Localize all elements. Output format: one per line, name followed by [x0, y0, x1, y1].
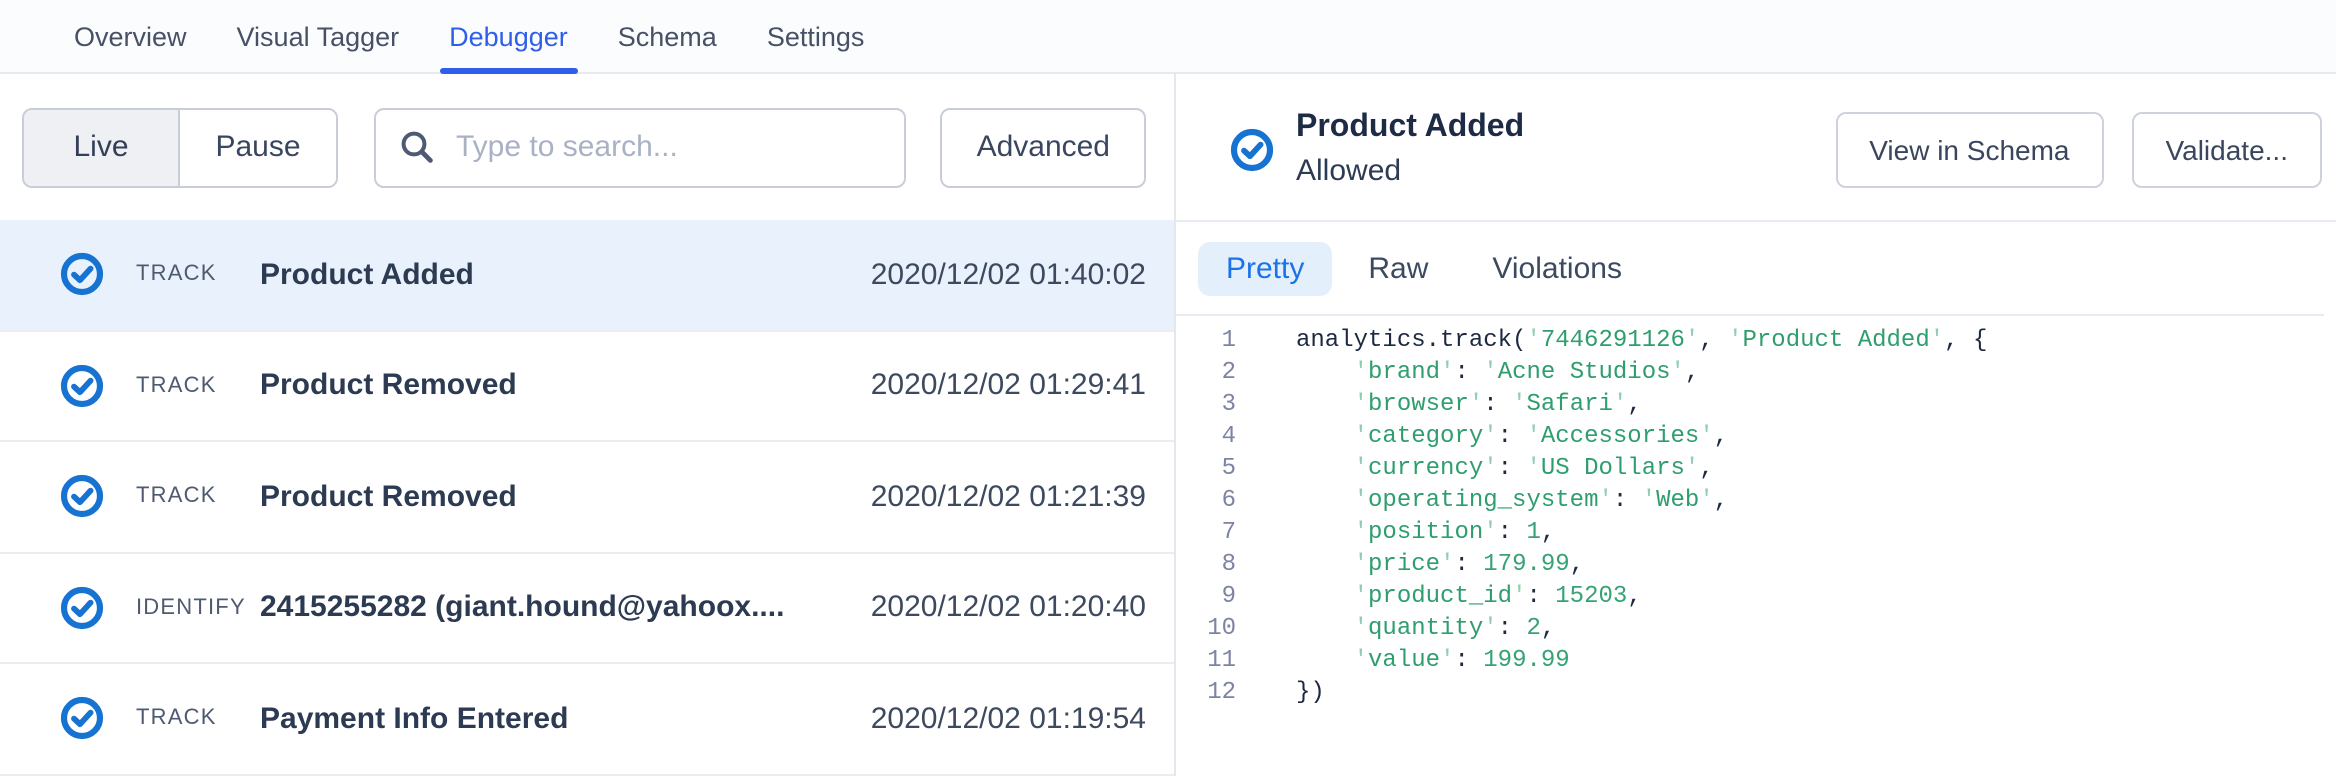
event-type-label: TRACK [136, 707, 260, 731]
live-pause-toggle: Live Pause [22, 107, 338, 187]
event-row[interactable]: TRACK Product Added 2020/12/02 01:40:02 [0, 220, 1174, 331]
event-status-check-icon [60, 475, 104, 519]
detail-title-block: Product Added Allowed [1296, 110, 1524, 188]
code-line: 12 }) [1176, 676, 2336, 708]
code-line: 5 'currency': 'US Dollars', [1176, 452, 2336, 484]
detail-header-buttons: View in Schema Validate... [1835, 111, 2322, 187]
code-line-number: 11 [1176, 646, 1236, 674]
event-type-label: TRACK [136, 374, 260, 398]
code-line: 10 'quantity': 2, [1176, 612, 2336, 644]
debugger-app: Overview Visual Tagger Debugger Schema Setti… [0, 0, 2336, 776]
code-line-text: 'value': 199.99 [1296, 646, 1570, 674]
tab-debugger[interactable]: Debugger [449, 0, 568, 72]
code-line-number: 2 [1176, 358, 1236, 386]
code-line-number: 9 [1176, 582, 1236, 610]
code-line: 11 'value': 199.99 [1176, 644, 2336, 676]
pause-button[interactable]: Pause [180, 109, 336, 185]
code-line-number: 8 [1176, 550, 1236, 578]
event-row[interactable]: TRACK Payment Info Entered 2020/12/02 01… [0, 664, 1174, 775]
event-status-check-icon [60, 364, 104, 408]
code-line: 3 'browser': 'Safari', [1176, 388, 2336, 420]
list-controls: Live Pause Advanced [0, 74, 1174, 220]
search-box[interactable] [374, 107, 907, 187]
tab-raw[interactable]: Raw [1340, 241, 1456, 295]
event-detail-panel: Product Added Allowed View in Schema Val… [1176, 74, 2336, 776]
event-row[interactable]: IDENTIFY 2415255282 (giant.hound@yahoox.… [0, 553, 1174, 664]
code-line-number: 1 [1176, 326, 1236, 354]
top-nav: Overview Visual Tagger Debugger Schema Setti… [0, 0, 2336, 74]
event-timestamp: 2020/12/02 01:40:02 [871, 258, 1146, 292]
code-line-number: 12 [1176, 678, 1236, 706]
code-line-number: 3 [1176, 390, 1236, 418]
tab-schema[interactable]: Schema [618, 0, 717, 72]
event-name: Product Removed [260, 480, 851, 514]
event-name: 2415255282 (giant.hound@yahoox.... [260, 591, 851, 625]
event-timestamp: 2020/12/02 01:21:39 [871, 480, 1146, 514]
event-timestamp: 2020/12/02 01:29:41 [871, 369, 1146, 403]
code-line-number: 7 [1176, 518, 1236, 546]
tab-violations[interactable]: Violations [1464, 241, 1650, 295]
event-list: TRACK Product Added 2020/12/02 01:40:02 … [0, 220, 1174, 776]
event-list-panel: Live Pause Advanced [0, 74, 1176, 776]
validate-button[interactable]: Validate... [2132, 111, 2322, 187]
event-row[interactable]: TRACK Product Removed 2020/12/02 01:29:4… [0, 331, 1174, 442]
code-line: 4 'category': 'Accessories', [1176, 420, 2336, 452]
event-name: Product Removed [260, 369, 851, 403]
search-icon [400, 130, 434, 164]
code-line-text: 'position': 1, [1296, 518, 1555, 546]
code-line: 6 'operating_system': 'Web', [1176, 484, 2336, 516]
live-button[interactable]: Live [24, 109, 180, 185]
code-line-text: 'browser': 'Safari', [1296, 390, 1642, 418]
view-in-schema-button[interactable]: View in Schema [1835, 111, 2103, 187]
tab-overview[interactable]: Overview [74, 0, 187, 72]
detail-event-title: Product Added [1296, 110, 1524, 146]
event-type-label: IDENTIFY [136, 596, 260, 620]
code-line: 2 'brand': 'Acne Studios', [1176, 356, 2336, 388]
code-line-text: 'operating_system': 'Web', [1296, 486, 1728, 514]
code-line-text: 'product_id': 15203, [1296, 582, 1642, 610]
event-row[interactable]: TRACK Product Removed 2020/12/02 01:21:3… [0, 442, 1174, 553]
event-name: Payment Info Entered [260, 702, 851, 736]
detail-status: Allowed [1296, 154, 1524, 188]
search-input[interactable] [452, 128, 881, 166]
event-type-label: TRACK [136, 263, 260, 287]
event-type-label: TRACK [136, 485, 260, 509]
event-status-check-icon [60, 586, 104, 630]
code-line: 9 'product_id': 15203, [1176, 580, 2336, 612]
allowed-check-icon [1230, 127, 1274, 171]
code-line-text: 'brand': 'Acne Studios', [1296, 358, 1699, 386]
detail-header: Product Added Allowed View in Schema Val… [1176, 74, 2336, 222]
advanced-button[interactable]: Advanced [941, 107, 1146, 187]
code-line-text: 'category': 'Accessories', [1296, 422, 1728, 450]
code-line-number: 5 [1176, 454, 1236, 482]
main-area: Live Pause Advanced [0, 74, 2336, 776]
event-status-check-icon [60, 253, 104, 297]
code-line: 8 'price': 179.99, [1176, 548, 2336, 580]
code-line-number: 6 [1176, 486, 1236, 514]
code-line-text: analytics.track('7446291126', 'Product A… [1296, 326, 1987, 354]
event-timestamp: 2020/12/02 01:20:40 [871, 591, 1146, 625]
code-line-text: }) [1296, 678, 1325, 706]
code-line-text: 'quantity': 2, [1296, 614, 1555, 642]
code-line-number: 10 [1176, 614, 1236, 642]
event-timestamp: 2020/12/02 01:19:54 [871, 702, 1146, 736]
code-line-text: 'currency': 'US Dollars', [1296, 454, 1714, 482]
payload-view-tabs: PrettyRawViolations [1176, 222, 2324, 316]
tab-pretty[interactable]: Pretty [1198, 241, 1332, 295]
code-line-number: 4 [1176, 422, 1236, 450]
payload-code-view: 1 analytics.track('7446291126', 'Product… [1176, 316, 2336, 776]
code-line-text: 'price': 179.99, [1296, 550, 1584, 578]
code-line: 1 analytics.track('7446291126', 'Product… [1176, 324, 2336, 356]
tab-settings[interactable]: Settings [767, 0, 865, 72]
event-status-check-icon [60, 697, 104, 741]
tab-visual-tagger[interactable]: Visual Tagger [237, 0, 400, 72]
event-name: Product Added [260, 258, 851, 292]
code-line: 7 'position': 1, [1176, 516, 2336, 548]
